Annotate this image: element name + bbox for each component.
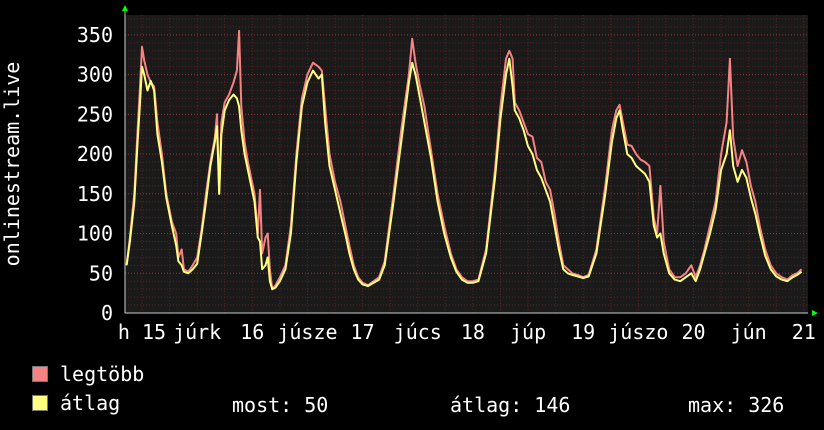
stat-max-label: max: — [688, 393, 737, 417]
x-tick-label: 17 — [351, 320, 375, 344]
legend-swatch-max — [32, 366, 48, 382]
y-tick-label: 350 — [77, 23, 113, 47]
stat-max-value: 326 — [748, 393, 785, 417]
x-tick-label: 16 — [240, 320, 264, 344]
x-tick-label: 19 — [571, 320, 595, 344]
stat-avg: átlag: 146 — [450, 393, 570, 417]
legend-item-avg: átlag — [32, 393, 120, 413]
stat-now: most: 50 — [232, 393, 328, 417]
y-tick-label: 150 — [77, 182, 113, 206]
legend-label-avg: átlag — [60, 391, 121, 415]
y-tick-label: 300 — [77, 63, 113, 87]
x-axis-arrow — [812, 310, 818, 316]
chart: 0 50 100 150 200 250 300 350 h 15 júrk 16 júsze 17 jú… — [0, 5, 818, 344]
x-tick-label: jún — [731, 320, 767, 344]
y-tick-label: 50 — [89, 261, 113, 285]
x-tick-label: júsze — [277, 320, 337, 344]
stat-max: max: 326 — [688, 393, 784, 417]
stat-now-value: 50 — [304, 393, 329, 417]
y-tick-label: 100 — [77, 222, 113, 246]
stat-now-label: most: — [232, 393, 293, 417]
y-tick-label: 0 — [101, 301, 113, 325]
plot-area — [125, 15, 808, 313]
x-tick-label: 18 — [461, 320, 485, 344]
x-tick-label: 20 — [681, 320, 705, 344]
x-tick-label: 21 — [792, 320, 816, 344]
stat-avg-value: 146 — [534, 393, 571, 417]
x-tick-label: júp — [510, 320, 546, 344]
y-tick-label: 250 — [77, 102, 113, 126]
x-tick-label: júszo — [608, 320, 668, 344]
x-tick-label: h 15 — [118, 320, 166, 344]
legend-swatch-avg — [32, 395, 48, 411]
stat-avg-label: átlag: — [450, 393, 523, 417]
x-tick-label: júrk — [173, 320, 221, 344]
x-tick-label: júcs — [394, 320, 442, 344]
y-axis-label: onlinestream.live — [0, 62, 24, 267]
y-axis-arrow — [122, 5, 128, 11]
legend-item-max: legtöbb — [32, 364, 144, 384]
legend-label-max: legtöbb — [60, 362, 145, 386]
y-tick-label: 200 — [77, 142, 113, 166]
